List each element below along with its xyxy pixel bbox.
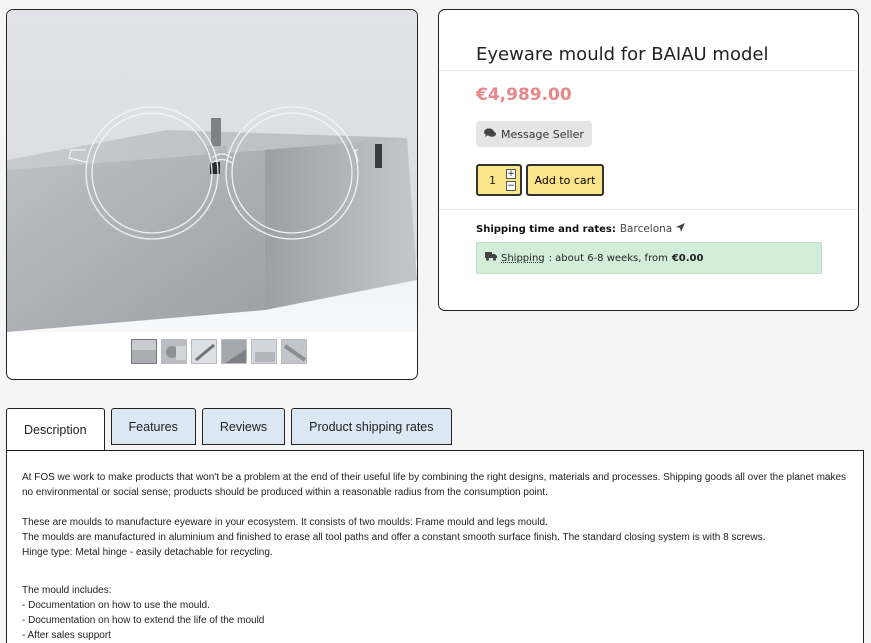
product-title: Eyeware mould for BAIAU model [476,44,769,65]
truck-icon [485,252,497,264]
product-gallery [6,9,418,380]
description-paragraph: The mould includes: - Documentation on h… [22,583,849,643]
tab-product-shipping-rates[interactable]: Product shipping rates [291,408,452,445]
thumbnail[interactable] [191,339,217,364]
description-line: - Documentation on how to extend the lif… [22,615,265,626]
description-paragraph: These are moulds to manufacture eyeware … [22,515,849,560]
tab-features[interactable]: Features [110,408,196,445]
main-product-image[interactable] [7,10,417,332]
shipping-cost: €0.00 [671,252,704,264]
tab-reviews[interactable]: Reviews [201,408,286,445]
shipping-link[interactable]: Shipping [501,253,545,264]
description-line: The moulds are manufactured in aluminium… [22,532,766,543]
shipping-estimate-box: Shipping: about 6-8 weeks, from €0.00 [476,242,822,274]
description-line: These are moulds to manufacture eyeware … [22,517,548,528]
description-line: The mould includes: [22,585,112,596]
thumbnail-strip [131,339,307,364]
shipping-time-label: Shipping time and rates: [476,223,616,235]
product-tabs: Description Features Reviews Product shi… [6,408,458,451]
thumbnail[interactable] [281,339,307,364]
thumbnail[interactable] [221,339,247,364]
description-line: - Documentation on how to use the mould. [22,600,210,611]
location-arrow-icon [676,223,686,235]
divider [439,209,858,210]
product-info-panel: Eyeware mould for BAIAU model €4,989.00 … [438,9,859,311]
chat-bubbles-icon [484,127,496,141]
shipping-location-row: Shipping time and rates: Barcelona [476,223,686,235]
shipping-estimate-text: : about 6-8 weeks, from [548,252,668,264]
description-paragraph: At FOS we work to make products that won… [22,472,847,498]
add-to-cart-button[interactable]: Add to cart [526,164,604,196]
description-line: Hinge type: Metal hinge - easily detacha… [22,547,273,558]
divider [439,70,858,71]
quantity-increment[interactable]: + [506,169,516,179]
message-seller-button[interactable]: Message Seller [476,121,592,147]
description-panel: At FOS we work to make products that won… [6,450,864,643]
tab-description[interactable]: Description [6,408,105,451]
product-price: €4,989.00 [476,85,572,105]
quantity-value[interactable]: 1 [489,174,496,187]
quantity-decrement[interactable]: − [506,181,516,191]
description-line: - After sales support [22,630,111,641]
thumbnail[interactable] [131,339,157,364]
message-seller-label: Message Seller [501,127,584,141]
thumbnail[interactable] [161,339,187,364]
thumbnail[interactable] [251,339,277,364]
quantity-stepper[interactable]: 1 + − [476,164,522,196]
shipping-location[interactable]: Barcelona [620,223,672,235]
